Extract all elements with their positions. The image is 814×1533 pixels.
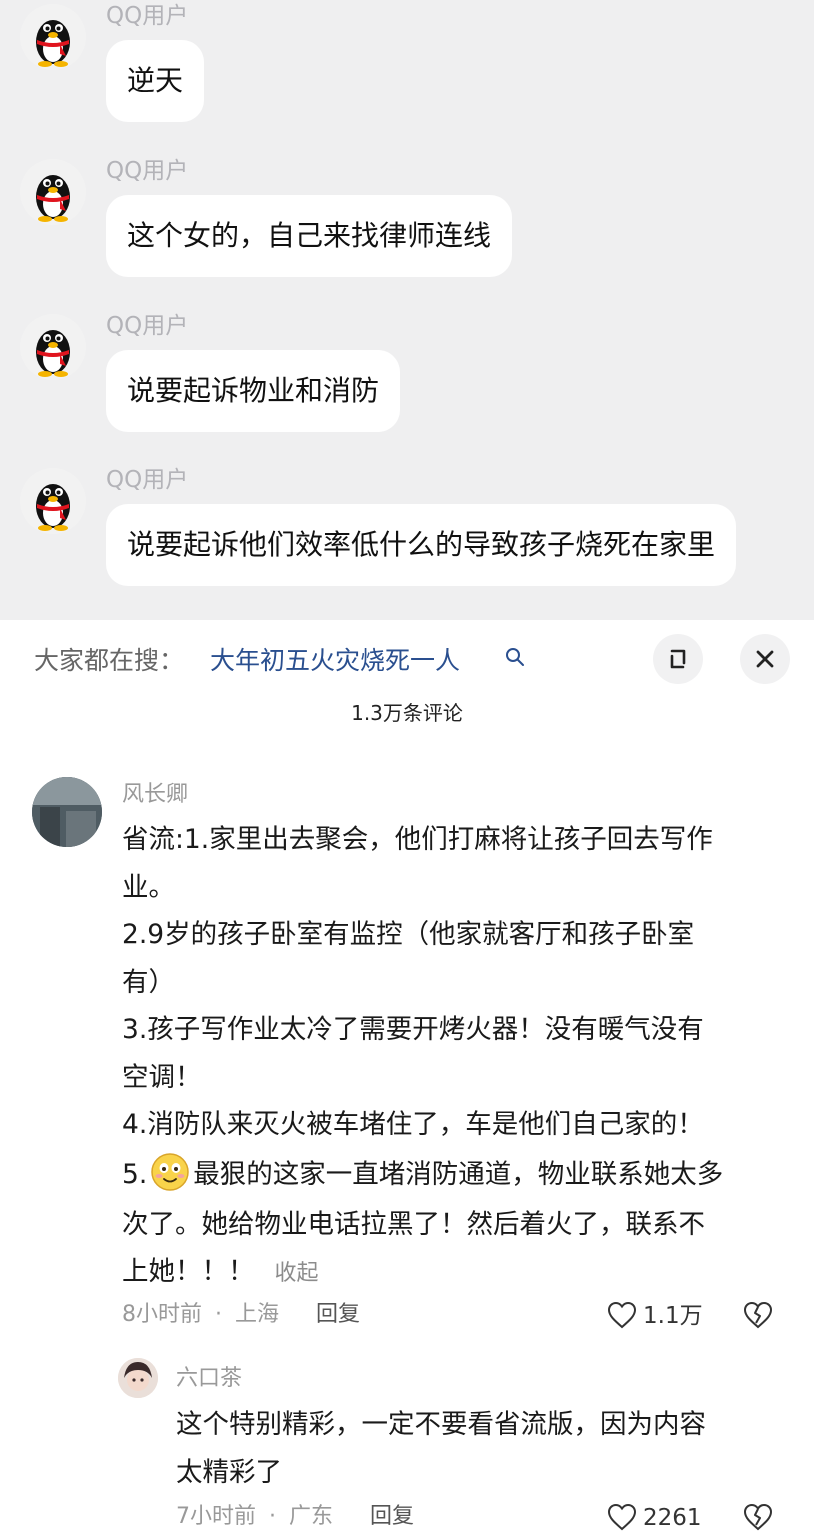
comment-line: 4.消防队来灭火被车堵住了，车是他们自己家的！ — [122, 1109, 704, 1140]
comment-location: 上海 — [235, 1302, 280, 1327]
close-button[interactable] — [740, 634, 790, 684]
comment-panel: 大家都在搜： 大年初五火灾烧死一人 1.3万条评论 风长卿 省流:1.家里出去聚… — [0, 620, 814, 1533]
comment-line: 上她！！！ 收起 — [122, 1248, 723, 1298]
comment-line-text: 最狠的这家一直堵消防通道，物业联系她太多 — [193, 1158, 724, 1190]
heart-icon — [607, 1503, 637, 1531]
comment-location: 广东 — [289, 1504, 334, 1529]
comment-count: 1.3万条评论 — [351, 701, 463, 725]
comment-line: 5. 最狠的这家一直堵消防通道，物业联系她太多 — [122, 1149, 723, 1201]
penguin-icon — [36, 20, 70, 67]
list-number: 5. — [122, 1158, 148, 1190]
comment-line: 这个特别精彩，一定不要看省流版，因为内容 — [176, 1409, 706, 1440]
penguin-icon — [36, 175, 70, 222]
smiling-face-emoji-icon — [151, 1152, 190, 1191]
reply-button[interactable]: 回复 — [370, 1504, 414, 1529]
avatar-photo-icon — [118, 1358, 158, 1398]
chat-sender: QQ用户 — [106, 467, 189, 493]
like-button[interactable]: 2261 — [607, 1501, 707, 1533]
comment-author[interactable]: 风长卿 — [122, 781, 188, 809]
comment-body: 省流:1.家里出去聚会，他们打麻将让孩子回去写作 业。 2.9岁的孩子卧室有监控… — [122, 816, 723, 1298]
chat-screenshot: QQ用户 逆天 QQ用户 这个女的，自己来找律师连线 QQ用户 说要起诉物业和消… — [0, 0, 814, 620]
penguin-icon — [36, 330, 70, 377]
chat-bubble: 这个女的，自己来找律师连线 — [106, 195, 513, 277]
expand-button[interactable] — [653, 634, 703, 684]
comment-time: 7小时前 — [176, 1504, 256, 1529]
comment-line-text: 上她！！！ — [122, 1256, 255, 1287]
like-count: 1.1万 — [643, 1303, 703, 1329]
avatar-photo-icon — [32, 777, 102, 847]
meta-separator: · — [215, 1302, 222, 1327]
search-prefix-label: 大家都在搜： — [34, 646, 185, 675]
user-avatar[interactable] — [32, 777, 102, 847]
comment-line: 业。 — [122, 871, 175, 903]
heart-icon — [607, 1301, 637, 1329]
qq-penguin-avatar[interactable] — [20, 4, 86, 70]
user-avatar[interactable] — [118, 1358, 158, 1398]
comment-meta: 7小时前 · 广东 回复 — [176, 1502, 414, 1532]
comment-line: 2.9岁的孩子卧室有监控（他家就客厅和孩子卧室 — [122, 919, 695, 950]
reply-button[interactable]: 回复 — [316, 1302, 360, 1327]
close-icon — [756, 650, 774, 668]
comment-line: 有） — [122, 966, 175, 998]
collapse-link[interactable]: 收起 — [275, 1261, 319, 1286]
like-count: 2261 — [643, 1505, 702, 1531]
chat-sender: QQ用户 — [106, 158, 189, 184]
comment-body: 这个特别精彩，一定不要看省流版，因为内容 太精彩了 — [176, 1401, 706, 1496]
like-button[interactable]: 1.1万 — [607, 1299, 707, 1333]
expand-icon — [670, 649, 686, 669]
penguin-icon — [36, 484, 70, 531]
qq-penguin-avatar[interactable] — [20, 159, 86, 225]
chat-sender: QQ用户 — [106, 313, 189, 339]
chat-bubble: 逆天 — [106, 40, 205, 122]
comment-line: 3.孩子写作业太冷了需要开烤火器！没有暖气没有 — [122, 1014, 704, 1045]
comment-author[interactable]: 六口茶 — [176, 1365, 242, 1393]
chat-sender: QQ用户 — [106, 3, 189, 29]
broken-heart-icon — [743, 1503, 773, 1531]
chat-bubble: 说要起诉物业和消防 — [106, 350, 401, 432]
comment-time: 8小时前 — [122, 1302, 202, 1327]
dislike-button[interactable] — [742, 1300, 774, 1330]
trending-search-bar: 大家都在搜： 大年初五火灾烧死一人 — [0, 634, 814, 684]
comment-line: 次了。她给物业电话拉黑了！然后着火了，联系不 — [122, 1208, 705, 1240]
chat-bubble: 说要起诉他们效率低什么的导致孩子烧死在家里 — [106, 504, 737, 586]
dislike-button[interactable] — [742, 1502, 774, 1532]
meta-separator: · — [269, 1504, 276, 1529]
qq-penguin-avatar[interactable] — [20, 468, 86, 534]
qq-penguin-avatar[interactable] — [20, 314, 86, 380]
comment-line: 太精彩了 — [176, 1456, 282, 1488]
comment-meta: 8小时前 · 上海 回复 — [122, 1300, 360, 1330]
trending-search-link[interactable]: 大年初五火灾烧死一人 — [210, 644, 460, 678]
search-icon[interactable] — [504, 646, 526, 668]
comment-line: 空调！ — [122, 1061, 202, 1093]
comment-line: 省流:1.家里出去聚会，他们打麻将让孩子回去写作 — [122, 824, 713, 855]
broken-heart-icon — [743, 1301, 773, 1329]
